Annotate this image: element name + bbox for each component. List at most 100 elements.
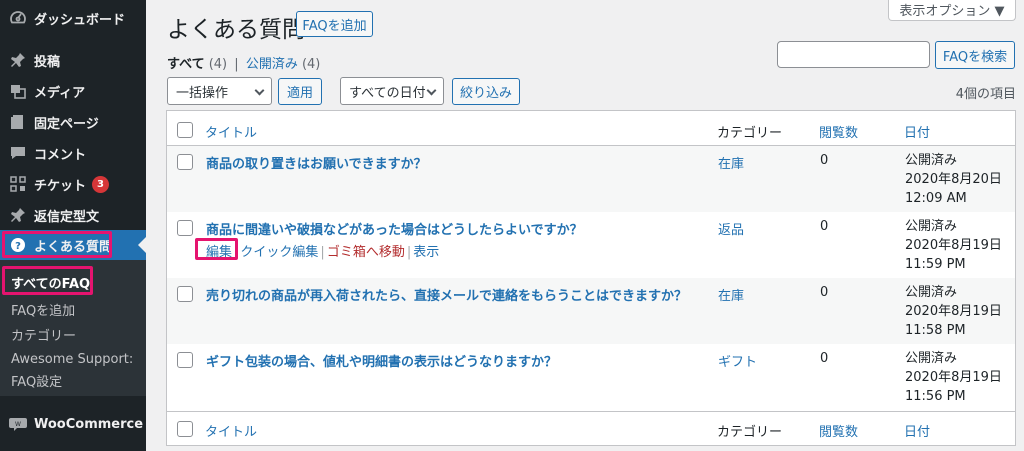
date-filter-select[interactable]: すべての日付 (340, 77, 444, 105)
media-icon (8, 81, 28, 101)
woo-icon: W (8, 414, 28, 434)
trash-link[interactable]: ゴミ箱へ移動 (327, 245, 405, 260)
menu-label: よくある質問 (34, 239, 113, 255)
menu-item-faq[interactable]: ? よくある質問 (0, 230, 146, 260)
column-footer-views[interactable]: 閲覧数 (819, 421, 858, 440)
row-date-value: 2020年8月19日 (905, 304, 1002, 319)
column-header-title[interactable]: タイトル (205, 122, 257, 141)
table-row: 商品に間違いや破損などがあった場合はどうしたらよいですか？ 編集 | クイック編集 |… (167, 212, 1015, 278)
row-time: 11:56 PM (905, 389, 966, 404)
menu-item-canned-responses[interactable]: 返信定型文 (0, 200, 146, 230)
submenu-faq-settings[interactable]: Awesome Support: (11, 352, 133, 367)
row-date: 公開済み 2020年8月19日 11:58 PM (905, 283, 1002, 340)
menu-label: メディア (34, 85, 86, 101)
row-date: 公開済み 2020年8月19日 11:56 PM (905, 349, 1002, 406)
row-status: 公開済み (905, 153, 958, 168)
edit-link[interactable]: 編集 (206, 245, 232, 260)
submenu-categories[interactable]: カテゴリー (11, 325, 76, 344)
items-count: 4個の項目 (955, 87, 1016, 102)
row-category-link[interactable]: 在庫 (718, 285, 744, 304)
table-row: ギフト包装の場合、値札や明細書の表示はどうなりますか？ ギフト 0 公開済み 2… (167, 344, 1015, 411)
row-checkbox[interactable] (177, 286, 193, 302)
row-title-link[interactable]: 売り切れの商品が再入荷されたら、直接メールで連絡をもらうことはできますか？ (206, 285, 687, 304)
pin-icon (8, 205, 28, 225)
select-all-checkbox[interactable] (177, 122, 193, 138)
submenu-add-faq[interactable]: FAQを追加 (11, 300, 75, 319)
row-title-link[interactable]: 商品の取り置きはお願いできますか？ (206, 153, 427, 172)
add-faq-button[interactable]: FAQを追加 (296, 11, 373, 37)
row-date: 公開済み 2020年8月19日 11:59 PM (905, 217, 1002, 274)
quick-edit-link[interactable]: クイック編集 (240, 245, 318, 260)
submenu-all-faq[interactable]: すべてのFAQ (11, 273, 90, 292)
menu-item-pages[interactable]: 固定ページ (0, 107, 146, 137)
chevron-down-icon (254, 85, 265, 96)
search-faq-button[interactable]: FAQを検索 (935, 41, 1015, 69)
menu-label: 返信定型文 (34, 209, 100, 225)
action-separator: | (320, 245, 325, 260)
row-checkbox[interactable] (177, 220, 193, 236)
row-date-value: 2020年8月20日 (905, 172, 1002, 187)
question-icon: ? (8, 235, 28, 255)
menu-label: 投稿 (34, 54, 61, 70)
menu-item-media[interactable]: メディア (0, 76, 146, 106)
column-footer-date[interactable]: 日付 (904, 421, 930, 440)
chevron-down-icon (426, 85, 437, 96)
filter-all-link[interactable]: すべて (167, 57, 205, 72)
select-all-checkbox-footer[interactable] (177, 421, 193, 437)
menu-label: チケット (34, 178, 87, 194)
row-category-link[interactable]: 在庫 (718, 153, 744, 172)
row-checkbox[interactable] (177, 352, 193, 368)
faq-submenu: すべてのFAQ FAQを追加 カテゴリー Awesome Support: FA… (0, 260, 146, 396)
menu-item-tickets[interactable]: チケット 3 (0, 169, 146, 199)
row-date: 公開済み 2020年8月20日 12:09 AM (905, 151, 1002, 208)
column-footer-title[interactable]: タイトル (205, 421, 257, 440)
menu-label: 固定ページ (34, 116, 99, 132)
menu-item-posts[interactable]: 投稿 (0, 45, 146, 75)
filter-all-count: (4) (208, 57, 228, 72)
filter-separator: | (234, 57, 239, 72)
filter-published-count: (4) (301, 57, 321, 72)
row-date-value: 2020年8月19日 (905, 370, 1002, 385)
row-category-link[interactable]: 返品 (718, 219, 744, 238)
filter-published-link[interactable]: 公開済み (246, 57, 298, 72)
bulk-action-select[interactable]: 一括操作 (167, 77, 272, 105)
column-header-date[interactable]: 日付 (904, 122, 930, 141)
status-filter-links: すべて (4) | 公開済み (4) (167, 53, 320, 72)
main-content: 表示オプション ▼ よくある質問 FAQを追加 すべて (4) | 公開済み (… (146, 0, 1024, 451)
row-date-value: 2020年8月19日 (905, 238, 1002, 253)
admin-sidebar: ダッシュボード 投稿 メディア 固定ページ コメント チケット 3 返信定型文 … (0, 0, 146, 451)
ticket-icon (8, 174, 28, 194)
action-separator: | (406, 245, 412, 260)
row-checkbox[interactable] (177, 154, 193, 170)
row-category-link[interactable]: ギフト (718, 351, 757, 370)
filter-button[interactable]: 絞り込み (452, 78, 520, 105)
menu-label: コメント (34, 147, 87, 163)
row-views: 0 (820, 153, 829, 168)
footer-divider (167, 411, 1015, 412)
row-title-link[interactable]: 商品に間違いや破損などがあった場合はどうしたらよいですか？ (206, 219, 583, 238)
menu-item-dashboard[interactable]: ダッシュボード (0, 3, 146, 33)
menu-item-comments[interactable]: コメント (0, 138, 146, 168)
row-status: 公開済み (905, 285, 958, 300)
date-filter-value: すべての日付 (349, 85, 426, 101)
menu-item-woocommerce[interactable]: W WooCommerce (0, 409, 146, 439)
row-views: 0 (820, 285, 829, 300)
column-header-views[interactable]: 閲覧数 (819, 122, 858, 141)
row-views: 0 (820, 351, 829, 366)
apply-button[interactable]: 適用 (278, 78, 322, 105)
comment-icon (8, 143, 28, 163)
view-link[interactable]: 表示 (413, 245, 439, 260)
action-separator: | (234, 245, 239, 260)
row-time: 12:09 AM (905, 191, 967, 206)
menu-label: WooCommerce (34, 416, 144, 432)
column-header-category: カテゴリー (717, 126, 783, 141)
search-input[interactable] (777, 41, 930, 68)
row-title-link[interactable]: ギフト包装の場合、値札や明細書の表示はどうなりますか？ (206, 351, 557, 370)
pin-icon (8, 50, 28, 70)
submenu-faq-settings-line2[interactable]: FAQ設定 (11, 371, 62, 390)
screen-options-button[interactable]: 表示オプション ▼ (888, 0, 1016, 21)
row-views: 0 (820, 219, 829, 234)
menu-label: ダッシュボード (34, 12, 126, 28)
dashboard-icon (8, 8, 28, 28)
svg-text:?: ? (15, 241, 21, 252)
